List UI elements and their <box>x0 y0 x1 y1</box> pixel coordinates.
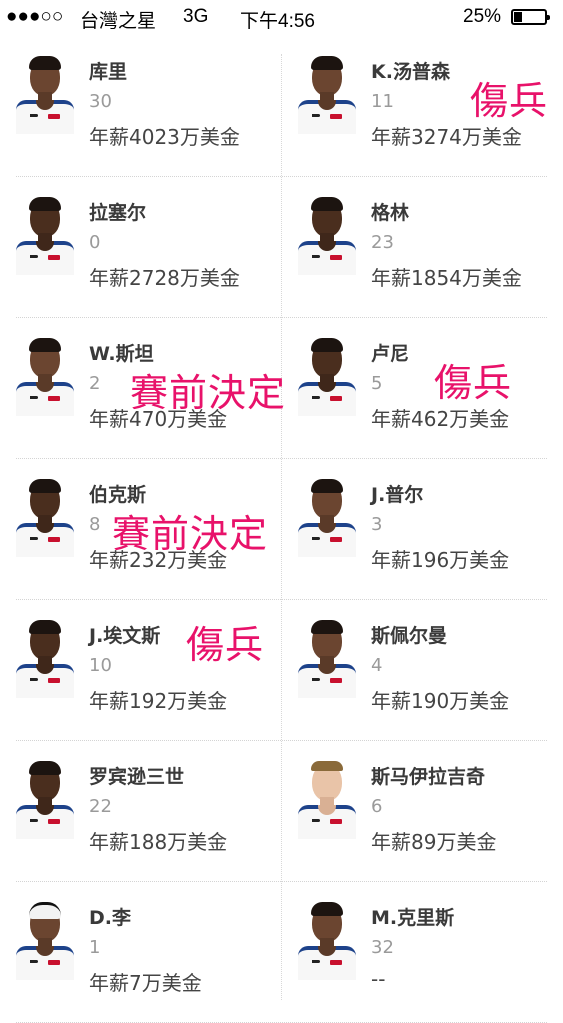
player-salary: 年薪462万美金 <box>371 407 510 431</box>
player-card[interactable]: 格林 23 年薪1854万美金 <box>282 177 563 318</box>
player-salary: 年薪3274万美金 <box>371 125 522 149</box>
player-card[interactable]: M.克里斯 32 -- <box>282 882 563 1023</box>
player-salary: 年薪1854万美金 <box>371 266 522 290</box>
player-number: 10 <box>89 655 112 676</box>
player-roster: 库里 30 年薪4023万美金 K.汤普森 11 年薪3274万美金 傷兵 拉塞… <box>0 36 563 1023</box>
player-salary: -- <box>371 967 386 991</box>
player-number: 32 <box>371 937 394 958</box>
player-name: 库里 <box>89 61 128 83</box>
player-photo <box>298 195 356 275</box>
player-name: 斯佩尔曼 <box>371 625 448 647</box>
player-number: 8 <box>89 514 101 535</box>
player-number: 1 <box>89 937 101 958</box>
player-number: 30 <box>89 91 112 112</box>
player-photo <box>298 336 356 416</box>
player-number: 4 <box>371 655 383 676</box>
player-name: 卢尼 <box>371 343 410 365</box>
player-photo <box>16 759 74 839</box>
player-card[interactable]: J.普尔 3 年薪196万美金 <box>282 459 563 600</box>
player-photo <box>16 54 74 134</box>
player-name: J.普尔 <box>371 484 424 506</box>
player-photo <box>298 477 356 557</box>
player-photo <box>298 759 356 839</box>
player-card[interactable]: 库里 30 年薪4023万美金 <box>0 36 281 177</box>
roster-row: J.埃文斯 10 年薪192万美金 傷兵 斯佩尔曼 4 年薪190万美金 <box>0 600 563 741</box>
player-photo <box>298 900 356 980</box>
roster-row: 拉塞尔 0 年薪2728万美金 格林 23 年薪1854万美金 <box>0 177 563 318</box>
player-salary: 年薪192万美金 <box>89 689 228 713</box>
player-photo <box>298 54 356 134</box>
battery-percentage: 25% <box>463 6 502 27</box>
player-salary: 年薪4023万美金 <box>89 125 240 149</box>
status-bar: ●●●○○ 台灣之星 3G 下午4:56 25% <box>0 0 563 36</box>
network-type: 3G <box>183 6 209 27</box>
player-card[interactable]: 罗宾逊三世 22 年薪188万美金 <box>0 741 281 882</box>
player-name: 格林 <box>371 202 410 224</box>
injury-annotation: 傷兵 <box>470 79 549 123</box>
clock: 下午4:56 <box>240 11 315 32</box>
player-number: 5 <box>371 373 383 394</box>
player-number: 23 <box>371 232 394 253</box>
player-salary: 年薪196万美金 <box>371 548 510 572</box>
player-salary: 年薪2728万美金 <box>89 266 240 290</box>
player-photo <box>16 618 74 698</box>
game-time-decision-annotation: 賽前決定 <box>130 371 287 415</box>
player-name: J.埃文斯 <box>89 625 161 647</box>
player-name: M.克里斯 <box>371 907 455 929</box>
roster-row: 罗宾逊三世 22 年薪188万美金 斯马伊拉吉奇 6 年薪89万美金 <box>0 741 563 882</box>
player-card[interactable]: 斯佩尔曼 4 年薪190万美金 <box>282 600 563 741</box>
player-name: K.汤普森 <box>371 61 450 83</box>
player-salary: 年薪190万美金 <box>371 689 510 713</box>
player-number: 11 <box>371 91 394 112</box>
player-photo <box>16 195 74 275</box>
player-card[interactable]: J.埃文斯 10 年薪192万美金 傷兵 <box>0 600 281 741</box>
player-salary: 年薪188万美金 <box>89 830 228 854</box>
battery-icon <box>511 9 550 25</box>
roster-row: 库里 30 年薪4023万美金 K.汤普森 11 年薪3274万美金 傷兵 <box>0 36 563 177</box>
injury-annotation: 傷兵 <box>186 623 265 667</box>
roster-row: 伯克斯 8 年薪232万美金 J.普尔 3 年薪196万美金 <box>0 459 563 600</box>
player-number: 3 <box>371 514 383 535</box>
player-card[interactable]: 拉塞尔 0 年薪2728万美金 <box>0 177 281 318</box>
player-name: 斯马伊拉吉奇 <box>371 766 486 788</box>
player-salary: 年薪89万美金 <box>371 830 497 854</box>
player-photo <box>298 618 356 698</box>
player-name: D.李 <box>89 907 131 929</box>
signal-strength-icon: ●●●○○ <box>6 6 64 27</box>
game-time-decision-annotation: 賽前決定 <box>112 512 269 556</box>
player-card[interactable]: K.汤普森 11 年薪3274万美金 傷兵 <box>282 36 563 177</box>
roster-row: D.李 1 年薪7万美金 M.克里斯 32 -- <box>0 882 563 1023</box>
player-card[interactable]: 卢尼 5 年薪462万美金 傷兵 <box>282 318 563 459</box>
player-number: 22 <box>89 796 112 817</box>
player-number: 6 <box>371 796 383 817</box>
player-name: 罗宾逊三世 <box>89 766 185 788</box>
player-photo <box>16 900 74 980</box>
player-name: 拉塞尔 <box>89 202 147 224</box>
player-photo <box>16 477 74 557</box>
player-card[interactable]: 斯马伊拉吉奇 6 年薪89万美金 <box>282 741 563 882</box>
player-photo <box>16 336 74 416</box>
injury-annotation: 傷兵 <box>434 361 513 405</box>
player-number: 0 <box>89 232 101 253</box>
player-card[interactable]: D.李 1 年薪7万美金 <box>0 882 281 1023</box>
carrier-name: 台灣之星 <box>80 11 157 32</box>
player-salary: 年薪7万美金 <box>89 971 202 995</box>
player-number: 2 <box>89 373 101 394</box>
